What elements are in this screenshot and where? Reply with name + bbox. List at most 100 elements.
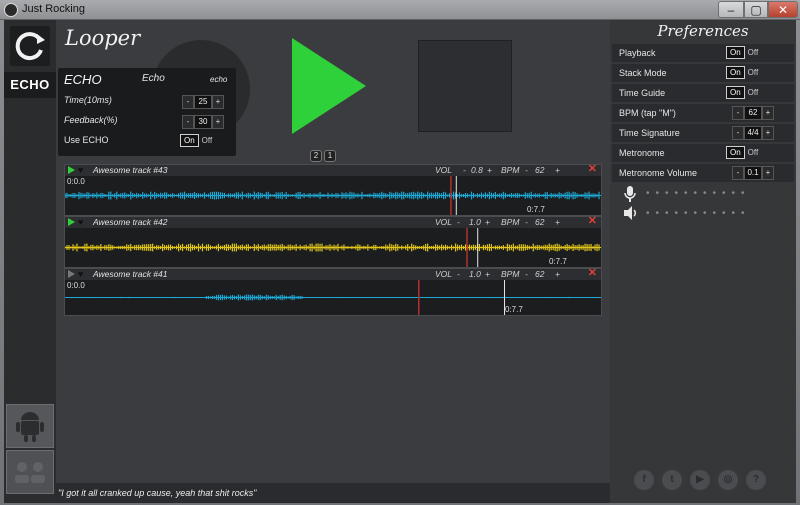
facebook-icon[interactable]: f (634, 470, 654, 490)
page-button-1[interactable]: 1 (324, 150, 336, 162)
heart-icon[interactable]: ♥ (78, 217, 83, 228)
track-end-time: 0:7.7 (527, 205, 545, 214)
use-echo-toggle[interactable]: On Off (180, 134, 215, 147)
play-button[interactable] (286, 34, 370, 138)
vol-value[interactable]: 1.0 (469, 217, 481, 228)
vol-minus-button[interactable]: - (457, 217, 460, 228)
track-name: Awesome track #41 (93, 269, 168, 279)
bpm-value[interactable]: 62 (535, 269, 544, 280)
echo-tab[interactable]: ECHO (4, 72, 56, 98)
vol-plus-button[interactable]: + (485, 269, 490, 280)
toggle-on[interactable]: On (726, 146, 745, 159)
track-play-icon[interactable] (68, 166, 75, 174)
signature-value[interactable]: 4/4 (744, 126, 762, 140)
preferences-title: Preferences (657, 22, 749, 40)
metronome-volume-stepper: -0.1 + (732, 166, 774, 180)
playback-toggle[interactable]: On Off (726, 46, 761, 59)
track-play-icon[interactable] (68, 218, 75, 226)
track-start-time: 0:0.0 (67, 281, 85, 290)
stack-mode-toggle[interactable]: On Off (726, 66, 761, 79)
speaker-icon[interactable] (624, 206, 638, 223)
track-play-icon[interactable] (68, 270, 75, 278)
pref-time-guide: Time Guide On Off (612, 84, 794, 102)
use-echo-on[interactable]: On (180, 134, 199, 147)
echo-small-tab[interactable]: echo (210, 75, 227, 84)
group-button[interactable] (6, 450, 54, 494)
vol-value[interactable]: 1.0 (469, 269, 481, 280)
use-echo-label: Use ECHO (64, 135, 109, 145)
signature-plus-button[interactable]: + (762, 126, 774, 140)
bpm-minus-button[interactable]: - (525, 269, 528, 280)
track-header: ♥ Awesome track #41 VOL - 1.0 + BPM - 62… (65, 268, 601, 280)
feedback-minus-button[interactable]: - (182, 115, 194, 129)
feedback-plus-button[interactable]: + (212, 115, 224, 129)
android-button[interactable] (6, 404, 54, 448)
toggle-on[interactable]: On (726, 66, 745, 79)
bpm-minus-button[interactable]: - (525, 217, 528, 228)
minimize-button[interactable]: – (718, 1, 744, 18)
bpm-plus-button[interactable]: + (555, 165, 560, 176)
maximize-button[interactable]: ▢ (744, 1, 768, 18)
stop-button[interactable] (418, 40, 512, 132)
bpm-label: BPM (501, 165, 520, 175)
refresh-button[interactable] (10, 26, 50, 66)
microphone-icon[interactable] (624, 186, 636, 205)
youtube-icon[interactable]: ▶ (690, 470, 710, 490)
vol-plus-button[interactable]: + (485, 217, 490, 228)
vol-minus-button[interactable]: - (463, 165, 466, 176)
bpm-plus-button[interactable]: + (555, 269, 560, 280)
heart-icon[interactable]: ♥ (78, 269, 83, 280)
volume-value[interactable]: 0.1 (744, 166, 762, 180)
track-waveform[interactable] (65, 176, 601, 215)
feedback-label: Feedback(%) (64, 115, 118, 125)
bpm-value[interactable]: 62 (744, 106, 762, 120)
toggle-off[interactable]: Off (745, 67, 762, 78)
bpm-minus-button[interactable]: - (525, 165, 528, 176)
vol-value[interactable]: 0.8 (471, 165, 483, 176)
signature-minus-button[interactable]: - (732, 126, 744, 140)
time-guide-toggle[interactable]: On Off (726, 86, 761, 99)
delete-track-icon[interactable]: ✕ (588, 268, 597, 279)
toggle-off[interactable]: Off (745, 47, 762, 58)
toggle-off[interactable]: Off (745, 87, 762, 98)
volume-minus-button[interactable]: - (732, 166, 744, 180)
delete-track-icon[interactable]: ✕ (588, 164, 597, 175)
vol-label: VOL (435, 165, 453, 175)
echo-tab-label[interactable]: Echo (142, 73, 165, 84)
toggle-off[interactable]: Off (745, 147, 762, 158)
toggle-on[interactable]: On (726, 86, 745, 99)
track-waveform[interactable] (65, 228, 601, 267)
page-button-2[interactable]: 2 (310, 150, 322, 162)
android-icon (16, 412, 44, 442)
feedback-value[interactable]: 30 (194, 115, 212, 129)
delete-track-icon[interactable]: ✕ (588, 216, 597, 227)
close-button[interactable]: ✕ (768, 1, 798, 18)
time-plus-button[interactable]: + (212, 95, 224, 109)
time-label: Time(10ms) (64, 95, 112, 105)
bpm-value[interactable]: 62 (535, 217, 544, 228)
use-echo-off[interactable]: Off (199, 135, 216, 146)
toggle-on[interactable]: On (726, 46, 745, 59)
bpm-minus-button[interactable]: - (732, 106, 744, 120)
track-42: ♥ Awesome track #42 VOL - 1.0 + BPM - 62… (64, 216, 602, 268)
metronome-toggle[interactable]: On Off (726, 146, 761, 159)
track-header: ♥ Awesome track #42 VOL - 1.0 + BPM - 62… (65, 216, 601, 228)
app-icon (4, 3, 18, 17)
twitter-icon[interactable]: t (662, 470, 682, 490)
time-minus-button[interactable]: - (182, 95, 194, 109)
help-icon[interactable]: ? (746, 470, 766, 490)
bpm-plus-button[interactable]: + (555, 217, 560, 228)
bpm-plus-button[interactable]: + (762, 106, 774, 120)
bpm-value[interactable]: 62 (535, 165, 544, 176)
refresh-icon (15, 32, 45, 61)
pref-metronome-volume: Metronome Volume -0.1 + (612, 164, 794, 182)
instagram-icon[interactable]: ◎ (718, 470, 738, 490)
vol-plus-button[interactable]: + (487, 165, 492, 176)
people-icon (15, 462, 45, 483)
time-signature-stepper: -4/4 + (732, 126, 774, 140)
time-value[interactable]: 25 (194, 95, 212, 109)
volume-plus-button[interactable]: + (762, 166, 774, 180)
vol-minus-button[interactable]: - (457, 269, 460, 280)
bpm-label: BPM (501, 269, 520, 279)
heart-icon[interactable]: ♥ (78, 165, 83, 176)
